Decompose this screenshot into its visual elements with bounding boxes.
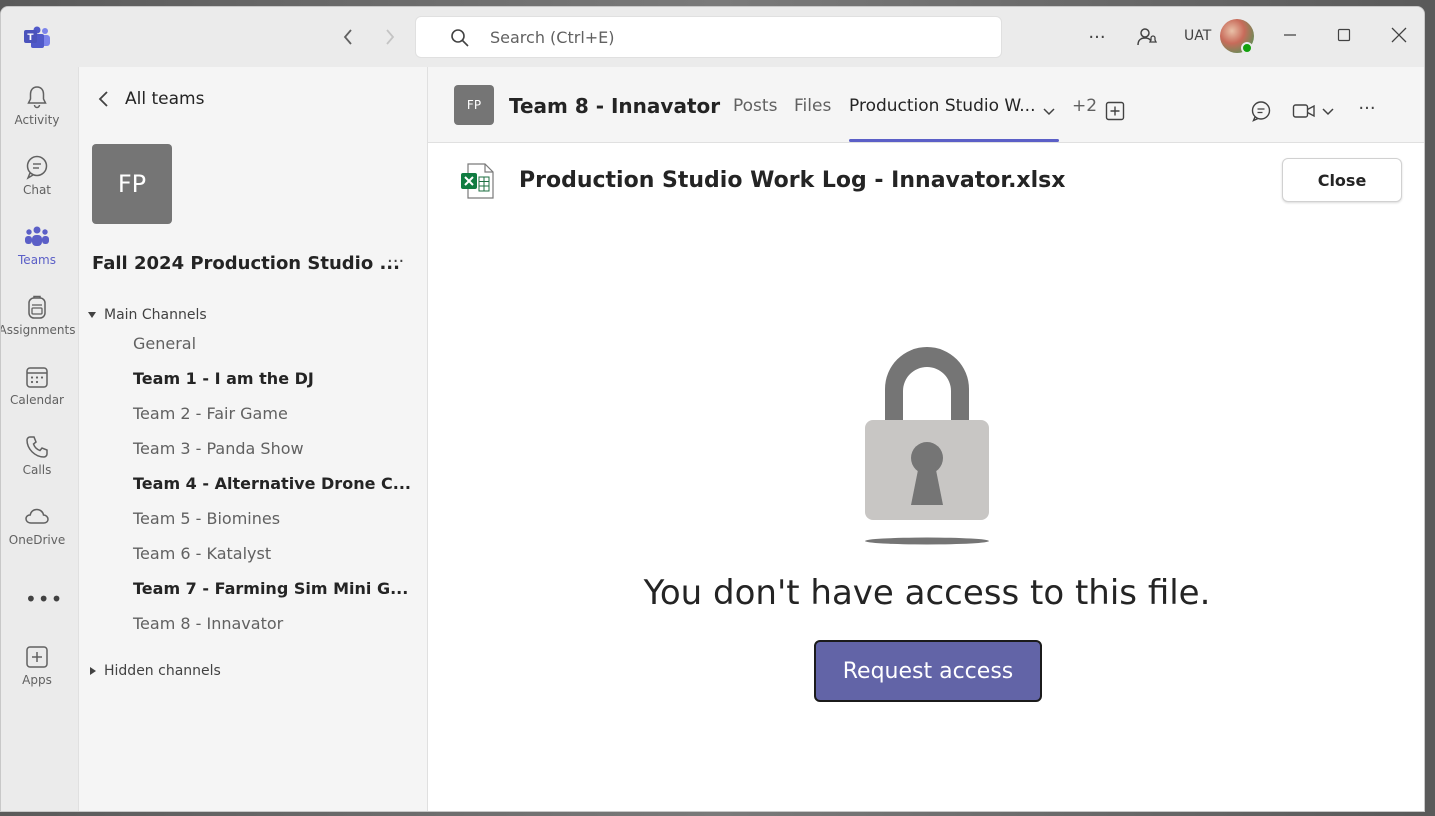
- active-tab-indicator: [849, 139, 1059, 142]
- team-avatar: FP: [454, 85, 494, 125]
- team-avatar: FP: [92, 144, 172, 224]
- minimize-button[interactable]: [1278, 23, 1302, 47]
- rail-label: Activity: [14, 113, 60, 127]
- request-access-button[interactable]: Request access: [814, 640, 1042, 702]
- add-app-icon: [26, 646, 48, 668]
- chevron-right-icon: [386, 29, 395, 45]
- hidden-channels-toggle[interactable]: Hidden channels: [88, 663, 221, 679]
- title-bar: T ··· UAT: [1, 7, 1424, 67]
- chat-icon: [26, 155, 48, 180]
- rail-label: Calendar: [10, 393, 64, 407]
- rail-label: Chat: [22, 183, 52, 197]
- search-input[interactable]: [490, 25, 970, 49]
- channel-item[interactable]: Team 2 - Fair Game: [133, 404, 288, 423]
- calendar-icon: [26, 367, 48, 388]
- rail-label: Apps: [22, 673, 52, 687]
- person-bell-icon: [1137, 28, 1157, 46]
- add-icon: [1105, 101, 1125, 121]
- excel-file-icon: [461, 163, 494, 199]
- rail-item-activity[interactable]: Activity: [1, 84, 73, 148]
- chevron-down-icon: [1043, 108, 1055, 116]
- file-title: Production Studio Work Log - Innavator.x…: [519, 168, 1066, 193]
- chevron-left-icon: [343, 29, 352, 45]
- more-options-button[interactable]: ···: [1085, 25, 1109, 49]
- lock-icon: [865, 347, 989, 545]
- tab-production-studio[interactable]: Production Studio W...: [849, 96, 1035, 116]
- forward-button[interactable]: [378, 25, 402, 49]
- rail-item-apps[interactable]: Apps: [1, 644, 73, 708]
- maximize-button[interactable]: [1332, 23, 1356, 47]
- tab-files[interactable]: Files: [794, 96, 831, 116]
- search-box[interactable]: [415, 16, 1002, 58]
- section-label: Main Channels: [104, 307, 207, 323]
- all-teams-label: All teams: [125, 89, 205, 109]
- chevron-left-icon: [98, 91, 108, 107]
- ellipsis-icon: ···: [1358, 97, 1376, 119]
- rail-label: Assignments: [0, 323, 76, 337]
- channel-item[interactable]: Team 3 - Panda Show: [133, 439, 304, 458]
- main-channels-toggle[interactable]: Main Channels: [88, 307, 207, 323]
- conversation-button[interactable]: [1250, 100, 1272, 122]
- maximize-icon: [1337, 28, 1351, 42]
- more-apps-button[interactable]: •••: [25, 587, 63, 611]
- file-bar: Production Studio Work Log - Innavator.x…: [428, 143, 1424, 213]
- section-label: Hidden channels: [104, 663, 221, 679]
- rail-item-chat[interactable]: Chat: [1, 154, 73, 218]
- backpack-icon: [28, 295, 46, 319]
- no-access-message: You don't have access to this file.: [643, 573, 1211, 613]
- tab-posts[interactable]: Posts: [733, 96, 777, 116]
- caret-down-icon: [88, 312, 96, 318]
- back-button[interactable]: [336, 25, 360, 49]
- channel-item[interactable]: Team 5 - Biomines: [133, 509, 280, 528]
- rail-label: Teams: [18, 253, 56, 267]
- org-chart-button[interactable]: [1134, 25, 1158, 49]
- channel-item[interactable]: Team 1 - I am the DJ: [133, 369, 314, 388]
- user-label: UAT: [1184, 28, 1212, 44]
- app-rail: Activity Chat Teams Assignments Calendar…: [0, 67, 78, 811]
- ellipsis-icon: ···: [1088, 26, 1106, 48]
- channel-list-pane: All teams FP Fall 2024 Production Studio…: [78, 67, 428, 811]
- video-camera-icon: [1292, 104, 1315, 118]
- minimize-icon: [1284, 34, 1296, 36]
- team-name[interactable]: Fall 2024 Production Studio ...: [92, 253, 400, 274]
- channel-item[interactable]: General: [133, 334, 196, 353]
- channel-item[interactable]: Team 7 - Farming Sim Mini G...: [133, 579, 408, 598]
- channel-header: FP Team 8 - Innavator Posts Files Produc…: [428, 67, 1424, 143]
- close-window-button[interactable]: [1387, 23, 1411, 47]
- bell-icon: [27, 86, 47, 109]
- rail-item-teams[interactable]: Teams: [1, 224, 73, 288]
- meet-options-button[interactable]: [1322, 101, 1334, 123]
- more-tabs-button[interactable]: +2: [1072, 96, 1097, 116]
- close-icon: [1391, 27, 1407, 43]
- channel-more-button[interactable]: ···: [1356, 97, 1378, 119]
- rail-label: OneDrive: [8, 533, 66, 547]
- rail-label: Calls: [22, 463, 52, 477]
- teams-icon: [25, 226, 49, 246]
- team-more-options-button[interactable]: ···: [387, 251, 404, 272]
- meet-button[interactable]: [1292, 100, 1316, 122]
- presence-available-icon: [1241, 42, 1253, 54]
- main-content: FP Team 8 - Innavator Posts Files Produc…: [428, 67, 1424, 811]
- rail-item-assignments[interactable]: Assignments: [0, 294, 76, 358]
- channel-title: Team 8 - Innavator: [509, 94, 721, 118]
- chevron-down-icon: [1322, 108, 1334, 116]
- teams-window: T ··· UAT: [0, 6, 1425, 812]
- rail-item-calls[interactable]: Calls: [1, 434, 73, 498]
- add-tab-button[interactable]: [1104, 100, 1126, 122]
- chat-icon: [1251, 101, 1271, 122]
- close-button[interactable]: Close: [1282, 158, 1402, 202]
- caret-right-icon: [90, 667, 96, 675]
- search-icon: [451, 29, 469, 47]
- rail-item-calendar[interactable]: Calendar: [1, 364, 73, 428]
- phone-icon: [26, 436, 48, 458]
- channel-item[interactable]: Team 4 - Alternative Drone C...: [133, 474, 411, 493]
- all-teams-link[interactable]: All teams: [97, 89, 204, 109]
- tab-options-button[interactable]: [1038, 101, 1060, 123]
- channel-item[interactable]: Team 8 - Innavator: [133, 614, 283, 633]
- channel-item[interactable]: Team 6 - Katalyst: [133, 544, 271, 563]
- svg-text:T: T: [27, 33, 34, 43]
- rail-item-onedrive[interactable]: OneDrive: [1, 504, 73, 568]
- cloud-icon: [25, 508, 49, 524]
- teams-logo-icon: T: [24, 26, 50, 48]
